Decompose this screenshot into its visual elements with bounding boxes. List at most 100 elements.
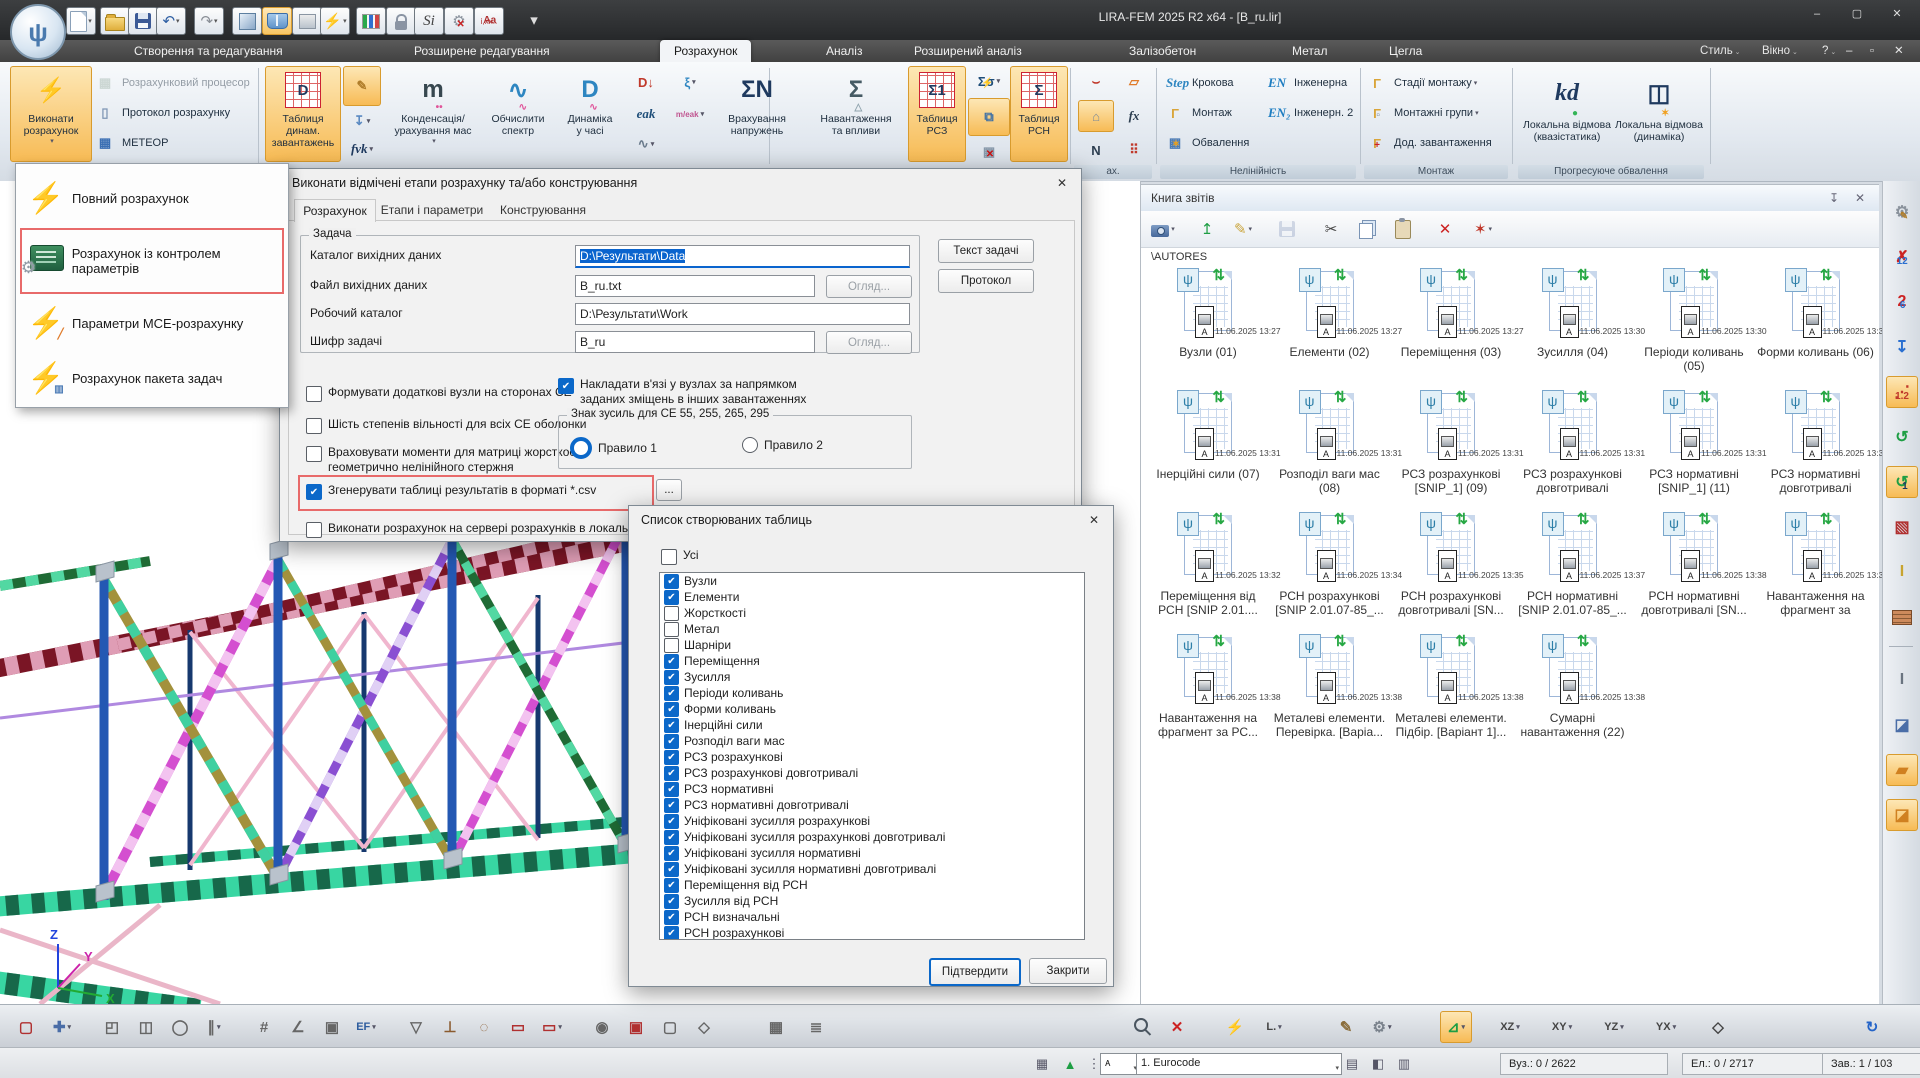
nl-polygon-button[interactable]: ▱ [1116, 66, 1152, 98]
rotate-model-button[interactable]: ↻ [1856, 1011, 1888, 1043]
report-file-tile[interactable]: ψ⇅A11.06.2025 13:27Вузли (01) [1149, 271, 1267, 359]
status-rows-icon[interactable]: ▥ [1392, 1054, 1416, 1074]
list-item[interactable]: ✔Уніфіковані зусилля розрахункові довгот… [660, 829, 1084, 845]
assign-ef-button[interactable]: EF▾ [350, 1011, 382, 1043]
list-item[interactable]: ✔Уніфіковані зусилля нормативні довготри… [660, 861, 1084, 877]
report-paste-button[interactable] [1389, 215, 1417, 243]
checkbox-box[interactable]: ✔ [664, 830, 679, 845]
report-export-button[interactable]: ↥ [1193, 215, 1221, 243]
radio-dot[interactable] [742, 437, 758, 453]
list-item[interactable]: ✔Зусилля від РСН [660, 893, 1084, 909]
report-file-tile[interactable]: ψ⇅A11.06.2025 13:38РСН нормативні довгот… [1635, 515, 1753, 617]
list-item[interactable]: ✔РСН розрахункові [660, 925, 1084, 940]
report-file-tile[interactable]: ψ⇅A11.06.2025 13:38Навантаження на фрагм… [1149, 637, 1267, 739]
report-file-tile[interactable]: ψ⇅A11.06.2025 13:30Форми коливань (06) [1757, 271, 1875, 359]
tab-1[interactable]: Створення та редагування [120, 40, 297, 62]
radio-dot[interactable] [570, 437, 592, 459]
checkbox-box[interactable] [306, 386, 322, 402]
dropdown-arrow-icon[interactable]: ▾ [50, 137, 54, 145]
strip-spline-icon[interactable]: ⋰1.2 [1886, 376, 1918, 408]
checkbox-box[interactable]: ✔ [664, 750, 679, 765]
dcn-table-button[interactable]: ΣТаблиця РСН [1010, 66, 1068, 162]
dropdown-arrow-icon[interactable]: ▾ [1474, 79, 1478, 87]
report-file-tile[interactable]: ψ⇅A11.06.2025 13:31РСЗ нормативні довгот… [1757, 393, 1875, 495]
d-step-button[interactable]: D↓ [627, 66, 665, 98]
filter-button[interactable]: ▽ [400, 1011, 432, 1043]
all-tables-checkbox[interactable]: Усі [661, 548, 699, 565]
report-file-tile[interactable]: ψ⇅A11.06.2025 13:30Періоди коливань (05) [1635, 271, 1753, 373]
dropdown-arrow-icon[interactable]: ▾ [1569, 1023, 1573, 1031]
checkbox-box[interactable]: ✔ [664, 782, 679, 797]
new-document-button[interactable]: ▾ [66, 7, 96, 35]
pan-view-button[interactable]: ✚▾ [46, 1011, 78, 1043]
report-file-tile[interactable]: ψ⇅A11.06.2025 13:38Металеві елементи. Пе… [1271, 637, 1389, 739]
list-item[interactable]: ✔Переміщення [660, 653, 1084, 669]
units-combo[interactable]: ᴀ▾ [1100, 1053, 1140, 1075]
field-input-3[interactable]: D:\Результати\Work [575, 303, 910, 325]
rule-radio-2[interactable]: Правило 2 [742, 437, 823, 453]
confirm-button[interactable]: Підтвердити [929, 958, 1021, 986]
dcl-table-button[interactable]: Σ1Таблиця РСЗ [908, 66, 966, 162]
spring-damper-button[interactable]: ∿▾ [627, 130, 665, 158]
status-up-icon[interactable]: ▲ [1058, 1054, 1082, 1074]
tab-2[interactable]: Розширене редагування [400, 40, 564, 62]
child-window-control-0[interactable]: – [1846, 40, 1852, 62]
edit-pencil-button[interactable]: ✎ [1330, 1011, 1362, 1043]
list-item[interactable]: ✔РСЗ нормативні довготривалі [660, 797, 1084, 813]
report-file-tile[interactable]: ψ⇅A11.06.2025 13:31РСЗ розрахункові [SNI… [1392, 393, 1510, 495]
loads-impacts-button[interactable]: Σ△Навантаження та впливи [806, 66, 906, 162]
qat-more-button[interactable]: ▾ [520, 7, 548, 33]
minimize-button[interactable]: – [1800, 4, 1834, 24]
dimension-lines-button[interactable]: L.▾ [1258, 1011, 1290, 1043]
tab-7[interactable]: Метал [1278, 40, 1341, 62]
report-file-tile[interactable]: ψ⇅A11.06.2025 13:37РСН нормативні [SNIP … [1514, 515, 1632, 617]
fvk-coefficient-button[interactable]: fvk▾ [343, 136, 381, 162]
stepwise-button[interactable]: StepКрокова [1166, 70, 1266, 96]
checkbox-box[interactable]: ✔ [664, 766, 679, 781]
checkbox-box[interactable]: ✔ [558, 378, 574, 394]
table-view-button[interactable]: ▦ [760, 1011, 792, 1043]
checkbox-left-2[interactable]: Шість степенів вільності для всіх СЕ обо… [306, 417, 586, 434]
checkbox-box[interactable]: ✔ [664, 910, 679, 925]
dialog-tab-1[interactable]: Розрахунок [294, 199, 376, 222]
close-list-button[interactable]: Закрити [1029, 958, 1107, 984]
projection-xy-button[interactable]: XY▾ [1546, 1011, 1578, 1043]
browse-button[interactable]: Огляд... [826, 331, 912, 354]
checkbox-box[interactable]: ✔ [664, 654, 679, 669]
strip-renumber-icon[interactable]: ✗12 [1886, 241, 1918, 273]
menu-batch-analysis[interactable]: ⚡▥Розрахунок пакета задач [20, 354, 280, 402]
report-file-tile[interactable]: ψ⇅A11.06.2025 13:31РСЗ нормативні [SNIP_… [1635, 393, 1753, 495]
dropdown-arrow-icon[interactable]: ▾ [701, 110, 705, 118]
time-dynamics-button[interactable]: D∿Динаміка у часі [555, 66, 625, 162]
list-item[interactable]: ✔РСЗ нормативні [660, 781, 1084, 797]
undo-button[interactable]: ↶▾ [156, 7, 186, 35]
checkbox-box[interactable]: ✔ [664, 926, 679, 941]
dialog-tab-2[interactable]: Етапи і параметри [376, 199, 488, 221]
projection-current-button[interactable]: ⊿▾ [1440, 1011, 1472, 1043]
snap-grid-button[interactable]: # [248, 1011, 280, 1043]
en-engineering-button[interactable]: ENІнженерна [1268, 70, 1352, 96]
xi-damping-button[interactable]: ξ▾ [669, 66, 711, 98]
report-file-tile[interactable]: ψ⇅A11.06.2025 13:31Інерційні сили (07) [1149, 393, 1267, 481]
flash-run-button[interactable]: ⚡▾ [320, 7, 350, 35]
ellipse-select-button[interactable]: ◯ [164, 1011, 196, 1043]
edit-dynamics-button[interactable]: ✎ [343, 66, 381, 106]
dropdown-arrow-icon[interactable]: ▾ [1278, 1023, 1282, 1031]
meteor-button[interactable]: ▦МЕТЕОР [96, 130, 258, 156]
eak-button[interactable]: eak [627, 100, 665, 128]
redo-button[interactable]: ↷▾ [194, 7, 224, 35]
list-item[interactable]: ✔Елементи [660, 589, 1084, 605]
dialog-close-icon[interactable]: ✕ [1047, 173, 1077, 193]
dynamic-loads-table-button[interactable]: DТаблиця динам. завантажень [265, 66, 341, 162]
collapse-analysis-button[interactable]: ▦✶Обвалення [1166, 130, 1276, 156]
nl-support-button[interactable]: ⌣ [1078, 66, 1114, 98]
report-file-tile[interactable]: ψ⇅A11.06.2025 13:30Зусилля (04) [1514, 271, 1632, 359]
zoom-in-button[interactable] [1127, 1011, 1159, 1043]
element-select-button[interactable]: ▣ [620, 1011, 652, 1043]
checkbox-left-1[interactable]: Формувати додаткові вузли на сторонах СЕ [306, 385, 572, 402]
report-file-tile[interactable]: ψ⇅A11.06.2025 13:35РСН розрахункові довг… [1392, 515, 1510, 617]
dropdown-arrow-icon[interactable]: ▾ [1673, 1023, 1677, 1031]
status-grid-icon[interactable]: ▤ [1340, 1054, 1364, 1074]
compute-spectrum-button[interactable]: ∿∿Обчислити спектр [483, 66, 553, 162]
dropdown-arrow-icon[interactable]: ▾ [692, 78, 696, 86]
